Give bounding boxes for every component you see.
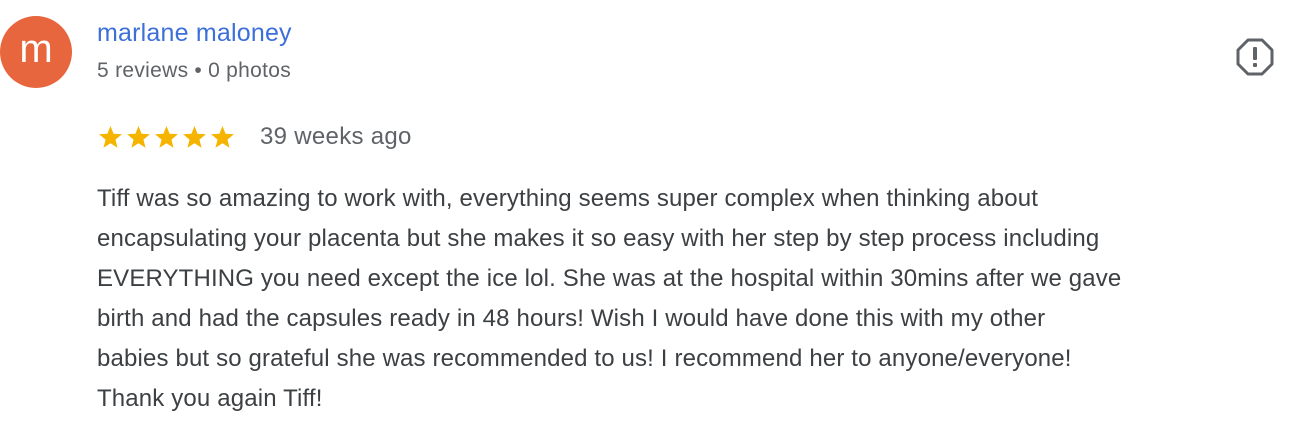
photos-count: 0 photos [208, 59, 292, 82]
star-icon [127, 125, 150, 148]
report-button[interactable] [1236, 38, 1274, 76]
review-text: Tiff was so amazing to work with, everyt… [97, 185, 1122, 412]
rating-row: 39 weeks ago [97, 120, 412, 154]
review-card: m marlane maloney 5 reviews • 0 photos 39 … [0, 0, 1312, 436]
meta-separator: • [194, 59, 203, 82]
report-flag-icon [1236, 38, 1274, 76]
star-icon [99, 125, 122, 148]
reviewer-meta: 5 reviews • 0 photos [97, 59, 291, 83]
star-icon [155, 125, 178, 148]
star-icon [211, 125, 234, 148]
star-rating [97, 124, 236, 151]
reviewer-name-link[interactable]: marlane maloney [97, 19, 292, 48]
review-date: 39 weeks ago [260, 123, 412, 150]
reviews-count: 5 reviews [97, 59, 189, 82]
star-icon [183, 125, 206, 148]
avatar[interactable]: m [0, 16, 72, 88]
